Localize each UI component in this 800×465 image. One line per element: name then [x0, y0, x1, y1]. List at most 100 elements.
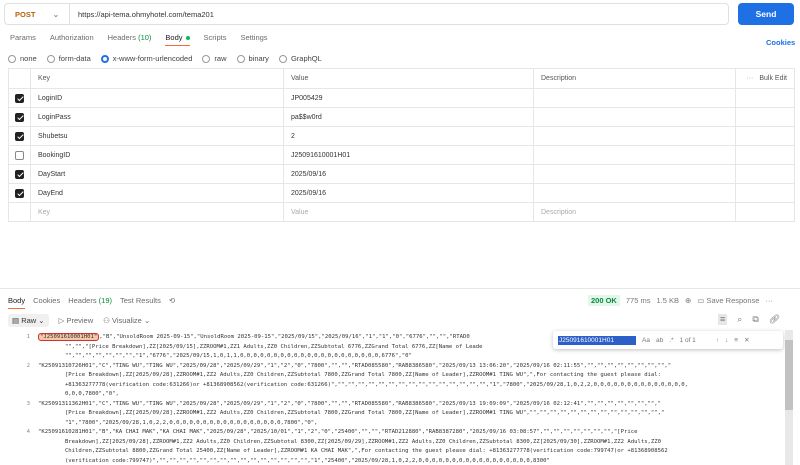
status-badge[interactable]: 200 OK	[588, 295, 620, 306]
description-cell[interactable]	[533, 88, 736, 108]
find-input[interactable]: J25091610001H01	[558, 335, 636, 345]
checkbox-icon[interactable]	[15, 93, 24, 103]
code-line: "1","7800","2025/09/28,1,0,2,2,0,0,0,0,0…	[38, 419, 318, 429]
cookies-link[interactable]: Cookies	[766, 38, 795, 47]
row-checkbox[interactable]	[8, 126, 31, 146]
radio-urlencoded[interactable]: x-www-form-urlencoded	[100, 54, 192, 64]
checkbox-icon[interactable]	[15, 150, 24, 160]
visualize-button[interactable]: ⚇ Visualize ⌄	[103, 316, 150, 325]
key-cell[interactable]: DayStart	[30, 164, 284, 184]
checkbox-icon[interactable]	[15, 188, 24, 198]
tab-test-results[interactable]: Test Results	[120, 296, 161, 309]
tab-response-cookies[interactable]: Cookies	[33, 296, 60, 309]
description-cell[interactable]	[533, 145, 736, 165]
value-cell[interactable]: 2025/09/16	[283, 164, 534, 184]
key-cell[interactable]: LoginID	[30, 88, 284, 108]
response-time[interactable]: 775 ms	[626, 296, 651, 305]
tab-scripts[interactable]: Scripts	[204, 33, 227, 46]
row-checkbox[interactable]	[8, 88, 31, 108]
table-row: DayStart 2025/09/16	[8, 164, 795, 184]
arrow-up-icon[interactable]: ↑	[716, 337, 719, 344]
value-cell[interactable]: 2	[283, 126, 534, 146]
response-toolbar: ▤ Raw ⌄ ▷ Preview ⚇ Visualize ⌄	[8, 314, 150, 327]
value-input-placeholder[interactable]: Value	[283, 202, 534, 222]
row-checkbox[interactable]	[8, 107, 31, 127]
code-line: "K25091610281H01","B","KA CHAI MAK","KA …	[38, 428, 637, 438]
value-cell[interactable]: pa$$w0rd	[283, 107, 534, 127]
tab-headers-label: Headers	[107, 33, 136, 42]
tab-authorization[interactable]: Authorization	[50, 33, 94, 46]
scrollbar[interactable]	[785, 330, 793, 465]
description-cell[interactable]	[533, 107, 736, 127]
line-number: 2	[26, 362, 30, 369]
checkbox-icon[interactable]	[15, 169, 24, 179]
whole-word-toggle[interactable]: ab	[656, 337, 663, 344]
tab-body[interactable]: Body	[165, 33, 190, 46]
method-select[interactable]: POST ⌄	[5, 4, 70, 24]
radio-icon	[202, 55, 211, 64]
value-cell[interactable]: 2025/09/16	[283, 183, 534, 203]
description-cell[interactable]	[533, 126, 736, 146]
format-select[interactable]: ▤ Raw ⌄	[8, 314, 49, 327]
tab-headers[interactable]: Headers (10)	[108, 33, 152, 46]
globe-icon[interactable]: ⊕	[685, 296, 691, 305]
regex-toggle[interactable]: .*	[669, 337, 673, 344]
key-input-placeholder[interactable]: Key	[30, 202, 284, 222]
link-icon[interactable]: 🔗︎	[769, 314, 780, 325]
radio-raw[interactable]: raw	[202, 54, 227, 64]
radio-graphql[interactable]: GraphQL	[278, 54, 322, 64]
key-cell[interactable]: BookingID	[30, 145, 284, 165]
bulk-edit-label[interactable]: Bulk Edit	[759, 75, 787, 82]
header-value: Value	[283, 68, 534, 89]
search-icon[interactable]: ⌕	[737, 314, 742, 325]
key-cell[interactable]: Shubetsu	[30, 126, 284, 146]
code-line: Children,ZZSubtotal 8800,ZZGrand Total 2…	[38, 447, 668, 457]
table-row: DayEnd 2025/09/16	[8, 183, 795, 203]
code-line: "","","[Price Breakdown],ZZ[2025/09/15],…	[38, 343, 483, 353]
tab-params[interactable]: Params	[10, 33, 36, 46]
response-body[interactable]: 1 "J25091610001H01" ,"B","UnsoldRoom 2025-…	[0, 333, 785, 465]
more-icon[interactable]: ···	[765, 296, 773, 305]
row-checkbox[interactable]	[8, 164, 31, 184]
history-icon[interactable]: ⟲	[169, 296, 175, 309]
value-cell[interactable]: J25091610001H01	[283, 145, 534, 165]
play-icon: ▷	[58, 316, 65, 325]
table-row: LoginPass pa$$w0rd	[8, 107, 795, 127]
checkbox-icon[interactable]	[15, 131, 24, 141]
code-text: "1","7800","2025/09/28,1,0,2,2,0,0,0,0,0…	[38, 419, 318, 426]
tab-settings[interactable]: Settings	[240, 33, 267, 46]
more-icon[interactable]: ···	[746, 75, 753, 82]
radio-form-data[interactable]: form-data	[46, 54, 91, 64]
save-label: Save Response	[706, 296, 760, 305]
code-text: "","","","","","","","1","6776","2025/09…	[38, 353, 412, 359]
value-cell[interactable]: JP005429	[283, 88, 534, 108]
table-row: Shubetsu 2	[8, 126, 795, 146]
copy-icon[interactable]: ⧉	[752, 314, 758, 325]
close-icon[interactable]: ✕	[744, 336, 749, 344]
radio-icon	[46, 55, 55, 64]
tab-response-headers[interactable]: Headers (19)	[68, 296, 112, 309]
key-cell[interactable]: DayEnd	[30, 183, 284, 203]
response-size[interactable]: 1.5 KB	[656, 296, 679, 305]
url-input[interactable]	[70, 9, 670, 19]
key-cell[interactable]: LoginPass	[30, 107, 284, 127]
row-checkbox[interactable]	[8, 145, 31, 165]
scrollbar-thumb[interactable]	[785, 340, 793, 410]
bulk-edit-button[interactable]: ··· Bulk Edit	[735, 68, 795, 89]
match-case-toggle[interactable]: Aa	[642, 337, 650, 344]
save-response-button[interactable]: ▭ Save Response	[697, 296, 759, 305]
send-button[interactable]: Send	[738, 3, 794, 25]
checkbox-icon[interactable]	[15, 112, 24, 122]
tab-response-body[interactable]: Body	[8, 296, 26, 309]
preview-button[interactable]: ▷ Preview	[59, 316, 94, 325]
description-cell[interactable]	[533, 183, 736, 203]
description-cell[interactable]	[533, 164, 736, 184]
description-input-placeholder[interactable]: Description	[533, 202, 736, 222]
row-checkbox[interactable]	[8, 183, 31, 203]
radio-binary[interactable]: binary	[236, 54, 269, 64]
radio-none[interactable]: none	[8, 54, 37, 64]
code-line: (verification code:799747)","","","","",…	[38, 457, 550, 465]
wrap-icon[interactable]: ≡	[718, 314, 728, 325]
find-in-selection-icon[interactable]: ≡	[734, 337, 738, 344]
arrow-down-icon[interactable]: ↓	[725, 337, 728, 344]
